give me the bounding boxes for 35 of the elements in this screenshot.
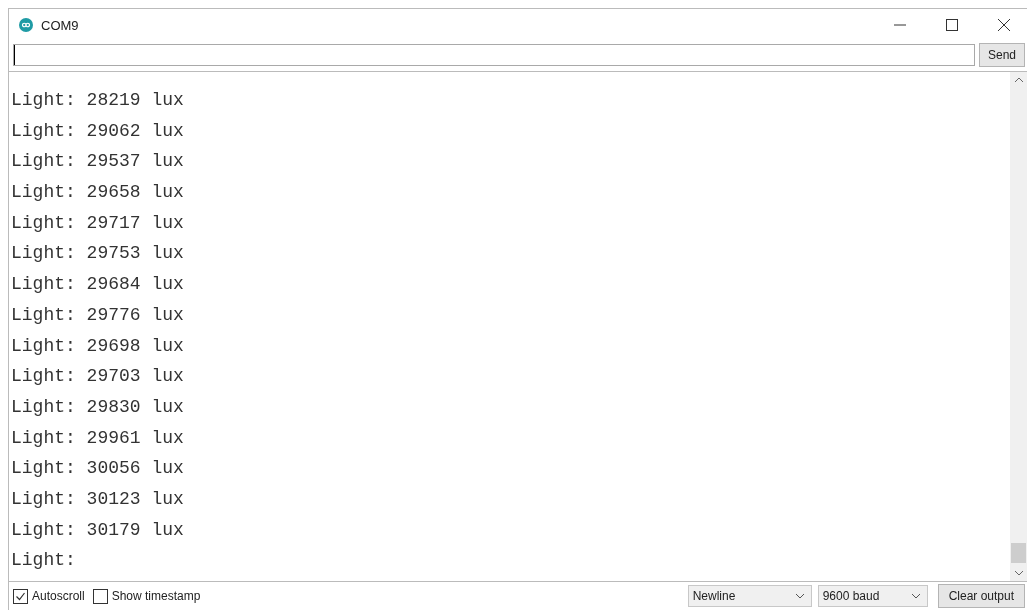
output-line: Light: 30056 lux <box>11 457 185 481</box>
output-line: Light: 29684 lux <box>11 273 185 297</box>
app-logo-icon <box>19 18 33 32</box>
output-line: Light: 30123 lux <box>11 487 185 511</box>
output-line: Light: 29698 lux <box>11 334 185 358</box>
output-line: Light: 29830 lux <box>11 395 185 419</box>
scrollbar-thumb[interactable] <box>1011 543 1026 563</box>
output-line: Light: 29776 lux <box>11 303 185 327</box>
window-title: COM9 <box>41 17 79 33</box>
output-line: Light: 29537 lux <box>11 150 185 174</box>
output-line: Light: 29703 lux <box>11 365 185 389</box>
line-ending-dropdown[interactable]: Newline <box>687 585 812 607</box>
checkbox-label[interactable]: Autoscroll <box>32 589 85 603</box>
checkbox[interactable] <box>13 588 28 604</box>
output-line: Light: 28219 lux <box>11 89 185 112</box>
output-line: Light: 29062 lux <box>11 119 185 143</box>
send-button[interactable]: Send <box>978 43 1025 67</box>
checkbox-label[interactable]: Show timestamp <box>111 589 201 603</box>
output-line: Light: 29753 lux <box>11 242 185 266</box>
scroll-down-icon[interactable] <box>1013 569 1024 577</box>
checkbox[interactable] <box>92 588 108 604</box>
close-icon[interactable] <box>997 18 1011 32</box>
caret-icon <box>794 593 805 599</box>
scroll-up-icon[interactable] <box>1013 76 1024 84</box>
caret-icon <box>910 593 921 599</box>
output-line: Light: <box>11 549 77 573</box>
scrollbar[interactable] <box>1010 72 1027 581</box>
output-line: Light: 29961 lux <box>11 426 185 450</box>
input-field[interactable] <box>13 44 975 66</box>
output-line: Light: 29717 lux <box>11 211 185 235</box>
output-line: Light: 29658 lux <box>11 181 185 205</box>
output-line: Light: 30179 lux <box>11 518 185 542</box>
baud-rate-dropdown[interactable]: 9600 baud <box>817 585 928 607</box>
maximize-icon[interactable] <box>945 18 959 32</box>
clear-output-button[interactable]: Clear output <box>937 584 1025 608</box>
